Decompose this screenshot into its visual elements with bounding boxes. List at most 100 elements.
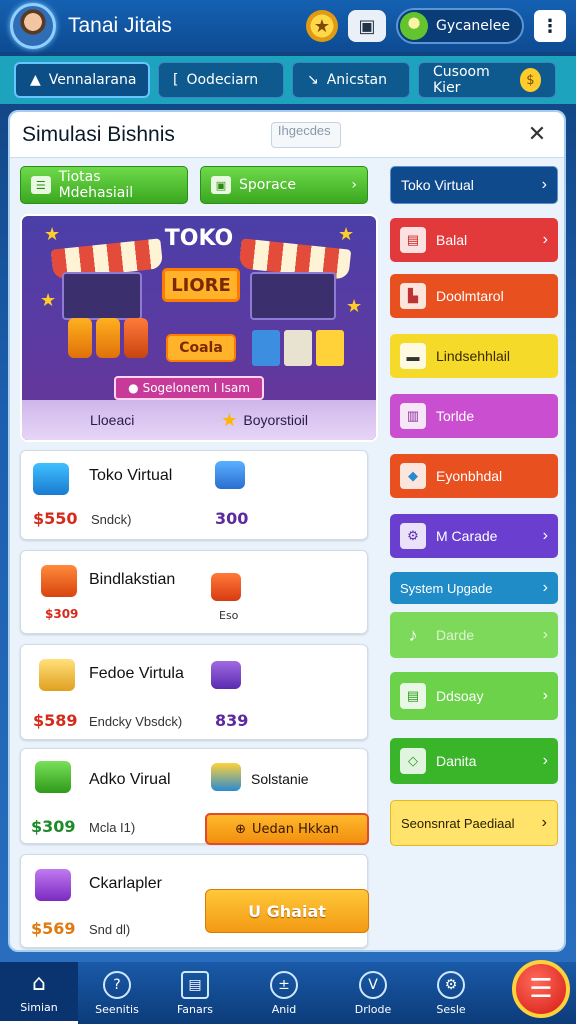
cart-icon: ●	[128, 381, 139, 395]
upgrade-button[interactable]: ⊕ Uedan Hkkan	[205, 813, 369, 845]
cube-icon: ◆	[400, 463, 426, 489]
buy-button[interactable]: U Ghaiat	[205, 889, 369, 933]
tab-3[interactable]: Cusoom Kier $	[418, 62, 556, 98]
chip-0[interactable]: ☰ Tiotas Mdehasiail	[20, 166, 188, 204]
star-icon: ★	[346, 296, 363, 317]
gear-icon: ⚙	[437, 970, 465, 999]
side-action-3[interactable]: ▬ Lindsehhlail	[390, 334, 558, 378]
coin-icon[interactable]: ★	[305, 10, 338, 42]
side-label: Torlde	[436, 408, 475, 424]
app-title: Tanai Jitais	[68, 14, 172, 37]
nav-item-0[interactable]: ⌂ Simian	[0, 962, 78, 1024]
side-action-toko-virtual[interactable]: Toko Virtual ›	[390, 166, 558, 204]
money-icon	[35, 761, 71, 793]
chevron-right-icon: ›	[542, 231, 548, 248]
product-count: Eso	[219, 609, 239, 622]
image-icon: ▣	[211, 176, 231, 194]
more-menu-icon[interactable]: ⋮	[534, 10, 566, 42]
chip-label: Tiotas Mdehasiail	[58, 169, 134, 201]
product-sub: Endcky Vbsdck)	[89, 714, 183, 729]
side-label: Doolmtarol	[436, 288, 504, 304]
product-sub: Mcla I1)	[89, 820, 136, 835]
side-label: Eyonbhdal	[436, 468, 503, 484]
side-action-2[interactable]: ▙ Doolmtarol	[390, 274, 558, 318]
store-hero-banner[interactable]: TOKO LIORE Coala ★ ★ ★ ★ ● Sogelonem I I…	[20, 214, 378, 442]
hero-footer: Lloeaci ★ Boyorstioil	[22, 400, 376, 440]
chevron-right-icon: ›	[542, 626, 548, 643]
home-icon: ⌂	[32, 970, 46, 996]
upgrade-icon: ⊕	[235, 821, 246, 837]
arrow-icon: ↘	[307, 72, 319, 88]
side-action-9[interactable]: ▤ Ddsoay ›	[390, 672, 558, 720]
hero-footer-right-group: ★ Boyorstioil	[221, 410, 308, 431]
tab-0[interactable]: ▲ Vennalarana	[14, 62, 150, 98]
tab-1[interactable]: [ Oodeciarn	[158, 62, 284, 98]
basket-icon	[215, 461, 245, 489]
product-card-1[interactable]: Bindlakstian $309 Eso	[20, 550, 368, 634]
side-action-10[interactable]: ◇ Danita ›	[390, 738, 558, 784]
tab-row: ▲ Vennalarana [ Oodeciarn ↘ Anicstan Cus…	[0, 56, 576, 104]
chip-1[interactable]: ▣ Sporace ›	[200, 166, 368, 204]
wallet-icon[interactable]: ▣	[347, 10, 386, 42]
main-menu-fab-button[interactable]: ☰	[512, 960, 570, 1018]
side-action-11[interactable]: Seonsnrat Paediaal ›	[390, 800, 558, 846]
chevron-right-icon: ›	[542, 527, 548, 544]
product-right-label: Solstanie	[251, 771, 309, 787]
hero-title: TOKO	[164, 226, 234, 251]
close-icon[interactable]: ✕	[522, 122, 552, 147]
side-action-system-upgrade[interactable]: System Upgade ›	[390, 572, 558, 604]
v-icon: V	[359, 970, 387, 999]
nav-label: Sesle	[436, 1002, 466, 1016]
document-icon: ▤	[400, 683, 426, 709]
side-action-4[interactable]: ▥ Torlde	[390, 394, 558, 438]
chevron-right-icon: ›	[542, 687, 548, 704]
shelf-right	[250, 272, 336, 320]
cart-icon	[41, 565, 77, 597]
product-card-2[interactable]: Fedoe Virtula $589 Endcky Vbsdck) 839	[20, 644, 368, 740]
nav-item-1[interactable]: ? Seenitis	[78, 962, 156, 1024]
tab-2[interactable]: ↘ Anicstan	[292, 62, 410, 98]
product-card-4[interactable]: Ckarlapler $569 Snd dl) U Ghaiat	[20, 854, 369, 948]
side-action-1[interactable]: ▤ Balal ›	[390, 218, 558, 262]
button-label: U Ghaiat	[248, 901, 326, 921]
side-label: Ddsoay	[436, 688, 484, 704]
star-icon: ★	[221, 409, 238, 430]
product-name: Adko Virual	[89, 771, 171, 788]
list-icon: ☰	[31, 176, 51, 194]
nav-item-5[interactable]: ⚙ Sesle	[412, 962, 490, 1024]
nav-label: Seenitis	[95, 1002, 139, 1016]
star-icon: ★	[44, 224, 61, 245]
product-card-3[interactable]: Adko Virual $309 Mcla I1) Solstanie ⊕ Ue…	[20, 748, 369, 845]
product-card-0[interactable]: Toko Virtual $550 Sndck) 300	[20, 450, 368, 540]
panel-search-input[interactable]: Ihgecdes	[270, 121, 341, 148]
product-count: 839	[215, 711, 249, 730]
side-action-5[interactable]: ◆ Eyonbhdal	[390, 454, 558, 498]
shopping-cart-icon	[39, 659, 75, 691]
product-price: $569	[31, 919, 76, 938]
nav-item-2[interactable]: ▤ Fanars	[156, 962, 234, 1024]
plus-icon: ±	[270, 970, 298, 999]
clipboard-icon: ▤	[181, 970, 209, 999]
side-label: Darde	[436, 627, 475, 643]
side-action-6[interactable]: ⚙ M Carade ›	[390, 514, 558, 558]
chip-row: ☰ Tiotas Mdehasiail ▣ Sporace ›	[20, 166, 378, 204]
product-name: Toko Virtual	[89, 467, 173, 484]
chevron-right-icon: ›	[542, 579, 548, 596]
side-label: Seonsnrat Paediaal	[401, 815, 515, 831]
shopping-cart-icon	[33, 463, 69, 495]
jar-icon	[124, 318, 148, 358]
nav-item-4[interactable]: V Drlode	[334, 962, 412, 1024]
shelf-left	[62, 272, 142, 320]
avatar[interactable]	[10, 3, 56, 49]
side-action-8[interactable]: ♪ Darde ›	[390, 612, 558, 658]
box-icon	[316, 330, 344, 366]
star-icon: ★	[338, 224, 355, 245]
truck-icon: ▬	[400, 343, 426, 369]
product-price: $309	[45, 607, 79, 621]
panel-title: Simulasi Bishnis	[22, 122, 175, 146]
product-count: 300	[215, 509, 249, 528]
user-profile-button[interactable]: Gycanelee	[395, 8, 524, 44]
diamond-icon: ◇	[400, 748, 426, 774]
panel-header: Simulasi Bishnis Ihgecdes ✕	[10, 112, 564, 158]
nav-item-3[interactable]: ± Anid	[234, 962, 334, 1024]
